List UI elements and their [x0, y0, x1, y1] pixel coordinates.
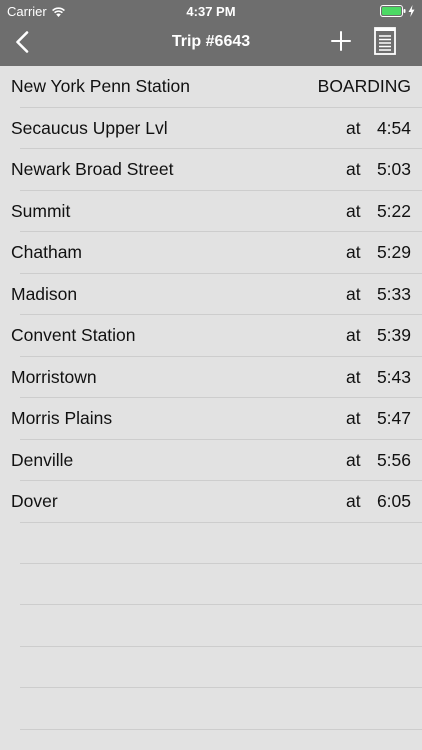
stop-row[interactable]: New York Penn Station BOARDING — [0, 66, 422, 108]
stop-name: Dover — [11, 491, 58, 511]
stop-name: Secaucus Upper Lvl — [11, 117, 168, 138]
chevron-left-icon — [15, 30, 29, 58]
stop-at-label: at — [346, 200, 361, 221]
stop-at-label: at — [346, 117, 361, 138]
stop-name: Newark Broad Street — [11, 159, 174, 179]
status-time: 4:37 PM — [186, 4, 236, 19]
stop-name: Convent Station — [11, 325, 136, 345]
stop-at-label: at — [346, 159, 361, 179]
stop-at-label: at — [346, 366, 361, 387]
empty-row — [0, 522, 422, 564]
stop-at-label: at — [346, 449, 361, 470]
stop-row[interactable]: Summit at 5:22 — [0, 191, 422, 233]
stop-name: Madison — [11, 283, 78, 304]
stop-time: 5:03 — [376, 159, 411, 179]
stop-name: Denville — [11, 449, 74, 470]
stop-time: 5:33 — [376, 283, 411, 304]
stop-at-label: at — [346, 242, 361, 262]
stop-row[interactable]: Secaucus Upper Lvl at 4:54 — [0, 108, 422, 150]
empty-row — [0, 647, 422, 689]
stop-time: 5:39 — [376, 325, 411, 345]
stop-row[interactable]: Morristown at 5:43 — [0, 357, 422, 399]
stop-at-label: at — [346, 408, 361, 428]
stop-row[interactable]: Denville at 5:56 — [0, 440, 422, 482]
empty-row — [0, 605, 422, 647]
stop-time: 5:56 — [376, 449, 411, 470]
stop-row[interactable]: Madison at 5:33 — [0, 274, 422, 316]
status-right — [380, 5, 415, 17]
add-button[interactable] — [326, 28, 356, 58]
stop-row[interactable]: Convent Station at 5:39 — [0, 315, 422, 357]
stop-time: 5:22 — [376, 200, 411, 221]
stop-row[interactable]: Newark Broad Street at 5:03 — [0, 149, 422, 191]
stop-at-label: at — [346, 283, 361, 304]
stop-status: BOARDING — [317, 76, 411, 96]
navigation-bar: Trip #6643 — [0, 22, 422, 66]
stop-at-label: at — [346, 491, 361, 511]
stop-name: Chatham — [11, 242, 83, 262]
stop-time: 5:29 — [376, 242, 411, 262]
notepad-icon — [374, 26, 396, 60]
stop-row[interactable]: Morris Plains at 5:47 — [0, 398, 422, 440]
stop-row[interactable]: Dover at 6:05 — [0, 481, 422, 523]
charging-bolt-icon — [408, 5, 415, 17]
stop-name: New York Penn Station — [11, 76, 191, 96]
back-button[interactable] — [6, 28, 38, 60]
battery-icon — [380, 5, 406, 17]
top-bar: Carrier 4:37 PM Trip #6643 — [0, 0, 422, 66]
stop-list: New York Penn Station BOARDING Secaucus … — [0, 66, 422, 523]
stop-time: 5:43 — [376, 366, 411, 387]
plus-icon — [331, 30, 351, 56]
empty-row — [0, 564, 422, 606]
stop-name: Summit — [11, 200, 71, 221]
stop-at-label: at — [346, 325, 361, 345]
empty-row — [0, 688, 422, 730]
page-title: Trip #6643 — [171, 33, 251, 50]
stop-name: Morristown — [11, 366, 97, 387]
stop-time: 5:47 — [376, 408, 411, 428]
status-bar: Carrier 4:37 PM — [0, 0, 422, 22]
stop-name: Morris Plains — [11, 408, 113, 428]
stop-time: 6:05 — [376, 491, 411, 511]
trip-detail-screen: Carrier 4:37 PM Trip #6643 New York Penn… — [0, 0, 422, 750]
stop-row[interactable]: Chatham at 5:29 — [0, 232, 422, 274]
empty-list-area — [0, 522, 422, 730]
notes-button[interactable] — [370, 25, 400, 61]
stop-time: 4:54 — [376, 117, 411, 138]
